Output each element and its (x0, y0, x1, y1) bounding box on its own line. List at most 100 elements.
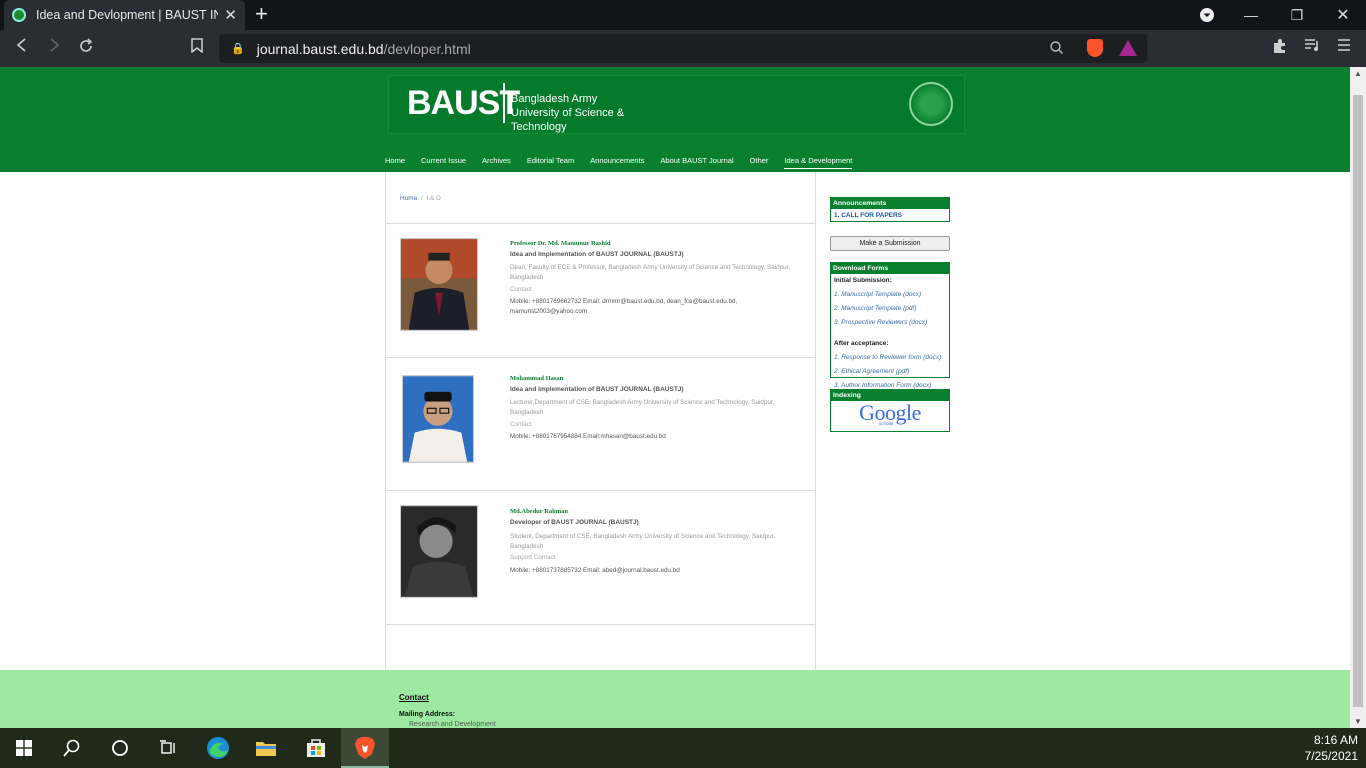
logo-divider (503, 83, 505, 123)
site-footer: Contact Mailing Address: Research and De… (0, 670, 1350, 728)
person-card: Professor Dr. Md. Mamunur Rashid Idea an… (386, 223, 815, 357)
menu-icon[interactable] (1334, 38, 1354, 58)
scroll-thumb[interactable] (1353, 95, 1363, 707)
breadcrumb-current: I & D (426, 195, 441, 202)
person-mobile-email: Mobile: +8801769662732 Email: drmmr@baus… (510, 298, 738, 315)
nav-editorial-team[interactable]: Editorial Team (527, 156, 574, 169)
divider (386, 624, 815, 625)
person-contact-label: Contact (510, 286, 532, 293)
media-playlist-icon[interactable] (1302, 38, 1322, 58)
indexing-box: Indexing Google scholar (830, 389, 950, 432)
scroll-down-icon[interactable]: ▼ (1354, 717, 1362, 726)
site-banner[interactable]: BAUST Bangladesh Army University of Scie… (388, 75, 965, 134)
bookmark-icon[interactable] (187, 38, 207, 58)
site-favicon-icon (12, 8, 26, 22)
back-icon[interactable] (12, 38, 32, 58)
person-card: Mohammad Hasan Idea and Implementation o… (386, 357, 815, 490)
clock-date: 7/25/2021 (1304, 749, 1358, 763)
start-icon[interactable] (0, 728, 48, 768)
task-view-icon[interactable] (144, 728, 192, 768)
cortana-icon[interactable] (96, 728, 144, 768)
reload-icon[interactable] (76, 38, 96, 58)
nav-current-issue[interactable]: Current Issue (421, 156, 466, 169)
breadcrumb-separator: / (420, 195, 423, 202)
person-role: Idea and Implementation of BAUST JOURNAL… (510, 386, 684, 393)
minimize-icon[interactable]: — (1228, 0, 1274, 30)
site-header: BAUST Bangladesh Army University of Scie… (0, 67, 1350, 172)
brave-browser-taskbar-icon[interactable] (341, 728, 389, 768)
store-icon[interactable] (292, 728, 340, 768)
make-submission-button[interactable]: Make a Submission (830, 236, 950, 251)
announcement-link[interactable]: 1. CALL FOR PAPERS (831, 209, 949, 223)
url-path: /devloper.html (383, 40, 471, 57)
person-photo (402, 375, 474, 463)
page-scrollbar[interactable]: ▲ ▼ (1350, 67, 1366, 728)
person-contact-label: Support Contact (510, 554, 556, 561)
person-description: Lecturer,Department of CSE, Bangladesh A… (510, 399, 775, 416)
form-link[interactable]: 3. Prospective Reviewers (docx) (831, 316, 949, 330)
search-icon[interactable] (48, 728, 96, 768)
university-seal-icon (909, 82, 953, 126)
footer-rnd-text: Research and Development (409, 721, 496, 728)
close-tab-icon[interactable]: ✕ (224, 6, 237, 24)
person-description: Dean, Faculty of ECE & Professor, Bangla… (510, 264, 791, 281)
download-forms-box: Download Forms Initial Submission: 1. Ma… (830, 262, 950, 389)
announcements-box: Announcements 1. CALL FOR PAPERS (830, 197, 950, 222)
person-name: Professor Dr. Md. Mamunur Rashid (510, 240, 611, 247)
person-photo (400, 505, 478, 598)
download-forms-title: Download Forms (831, 263, 949, 274)
nav-announcements[interactable]: Announcements (590, 156, 644, 169)
scroll-up-icon[interactable]: ▲ (1354, 69, 1362, 78)
person-name: Mohammad Hasan (510, 375, 564, 382)
person-contact-label: Contact (510, 421, 532, 428)
restore-icon[interactable]: ❐ (1274, 0, 1320, 30)
breadcrumb-home[interactable]: Home (400, 195, 417, 202)
browser-toolbar: 🔒 journal.baust.edu.bd/devloper.html (0, 30, 1366, 67)
edge-icon[interactable] (194, 728, 242, 768)
google-scholar-logo[interactable]: Google scholar (831, 401, 949, 431)
tab-search-icon[interactable] (1184, 0, 1230, 30)
zoom-icon[interactable] (1050, 40, 1063, 57)
form-link[interactable]: 1. Response to Reviewer form (docx) (831, 351, 949, 365)
nav-other[interactable]: Other (750, 156, 769, 169)
nav-about[interactable]: About BAUST Journal (660, 156, 733, 169)
person-card: Md.Abedur Rahman Developer of BAUST JOUR… (386, 490, 815, 624)
clock-time: 8:16 AM (1313, 733, 1358, 747)
tab-title: Idea and Devlopment | BAUST INT (36, 8, 219, 22)
brave-rewards-icon[interactable] (1119, 40, 1137, 56)
extensions-icon[interactable] (1270, 38, 1290, 58)
forward-icon[interactable] (44, 38, 64, 58)
university-name: Bangladesh Army University of Science & … (511, 93, 625, 133)
form-link[interactable]: 1. Manuscript Template (docx) (831, 288, 949, 302)
browser-tab-bar: Idea and Devlopment | BAUST INT ✕ + — ❐ … (0, 0, 1366, 30)
new-tab-button[interactable]: + (255, 3, 268, 25)
file-explorer-icon[interactable] (242, 728, 290, 768)
close-window-icon[interactable]: ✕ (1320, 0, 1366, 30)
address-bar[interactable]: 🔒 journal.baust.edu.bd/devloper.html (219, 34, 1147, 63)
footer-mailing-label: Mailing Address: (399, 711, 456, 718)
after-acceptance-heading: After acceptance: (834, 340, 889, 347)
url-host: journal.baust.edu.bd (256, 40, 384, 57)
nav-idea-development[interactable]: Idea & Development (784, 156, 853, 169)
person-mobile-email: Mobile: +8801737885732 Email: abed@journ… (510, 567, 680, 574)
browser-tab[interactable]: Idea and Devlopment | BAUST INT ✕ (4, 0, 245, 30)
announcements-title: Announcements (831, 198, 949, 209)
person-role: Developer of BAUST JOURNAL (BAUSTJ) (510, 519, 639, 526)
web-page: BAUST Bangladesh Army University of Scie… (0, 67, 1350, 728)
person-mobile-email: Mobile: +8801767954884 Email:mhasan@baus… (510, 433, 666, 440)
person-photo (400, 238, 478, 331)
lock-icon: 🔒 (231, 43, 245, 55)
person-name: Md.Abedur Rahman (510, 508, 569, 515)
windows-taskbar: 8:16 AM 7/25/2021 (0, 728, 1366, 768)
form-link[interactable]: 2. Ethical Agreement (pdf) (831, 365, 949, 379)
form-link[interactable]: 2. Manuscript Template (pdf) (831, 302, 949, 316)
nav-home[interactable]: Home (385, 156, 405, 169)
brave-shields-icon[interactable] (1087, 39, 1103, 57)
system-clock[interactable]: 8:16 AM 7/25/2021 (1305, 732, 1358, 764)
person-role: Idea and Implementation of BAUST JOURNAL… (510, 251, 684, 258)
nav-archives[interactable]: Archives (482, 156, 511, 169)
main-content: Home / I & D Professor Dr. Md. Mamunur R… (385, 172, 816, 728)
breadcrumb: Home / I & D (400, 195, 441, 202)
footer-contact-heading[interactable]: Contact (399, 693, 429, 702)
initial-submission-heading: Initial Submission: (834, 277, 892, 284)
